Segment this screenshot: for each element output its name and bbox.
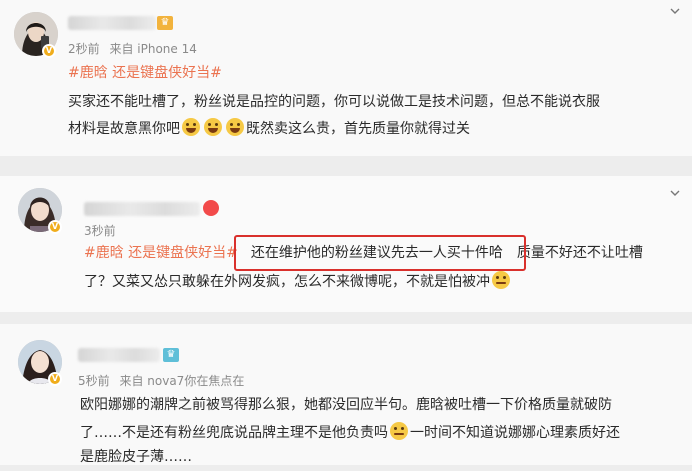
sweat-emoji-icon [492,271,510,289]
post-text-segment: 既然卖这么贵，首先质量你就得过关 [246,121,470,137]
laugh-emoji-icon [204,118,222,136]
post-text-line-1: 买家还不能吐槽了，粉丝说是品控的问题，你可以说做工是技术问题，但总不能说衣服 [68,94,600,110]
post-card-3: V ♛ 5秒前 来自 nova7你在焦点在 欧阳娜娜的潮牌之前被骂得那么狠，她都… [0,324,692,465]
post-meta: 3秒前 [84,222,122,239]
post-text-segment: 了？又菜又怂只敢躲在外网发疯，怎么不来微博呢，不就是怕被冲 [84,274,490,290]
verified-badge-icon: V [42,44,56,58]
member-badge-icon: ♛ [157,16,173,30]
post-text-line-2: 材料是故意黑你吧 既然卖这么贵，首先质量你就得过关 [68,116,470,143]
username-blurred[interactable] [84,202,200,216]
post-meta: 5秒前 来自 nova7你在焦点在 [78,372,250,389]
post-text-segment: 了……不是还有粉丝兜底说品牌主理不是他负责吗 [80,425,388,441]
heart-emoji-icon [203,200,219,216]
username-blurred[interactable] [78,348,160,362]
chevron-down-icon[interactable] [670,6,680,16]
member-badge-icon: ♛ [163,348,179,362]
post-text-segment: 一时间不知道说娜娜心理素质好还 [410,425,620,441]
highlight-box [234,235,526,271]
verified-badge-icon: V [48,220,62,234]
post-text-line-1: 欧阳娜娜的潮牌之前被骂得那么狠，她都没回应半句。鹿晗被吐槽一下价格质量就破防 [80,397,612,413]
post-text-segment: 质量不好还不让吐槽 [516,245,643,261]
post-time: 2秒前 [68,42,100,56]
post-card-2: V 3秒前 #鹿晗 还是键盘侠好当# 还在维护他的粉丝建议先去一人买十件哈 质量不好… [0,176,692,312]
post-time: 3秒前 [84,224,116,238]
post-meta: 2秒前 来自 iPhone 14 [68,40,203,57]
post-text-line-3: 是鹿脸皮子薄…… [80,449,192,465]
laugh-emoji-icon [182,118,200,136]
post-text-line-2: 了……不是还有粉丝兜底说品牌主理不是他负责吗 一时间不知道说娜娜心理素质好还 [80,420,620,447]
laugh-emoji-icon [226,118,244,136]
sweat-emoji-icon [390,422,408,440]
verified-badge-icon: V [48,372,62,386]
post-time: 5秒前 [78,374,110,388]
post-source: 来自 iPhone 14 [109,42,197,56]
hashtag-link[interactable]: #鹿晗 还是键盘侠好当# [84,245,238,261]
post-text-line-2: 了？又菜又怂只敢躲在外网发疯，怎么不来微博呢，不就是怕被冲 [84,269,512,296]
username-blurred[interactable] [68,16,156,30]
chevron-down-icon[interactable] [670,188,680,198]
hashtag-link[interactable]: #鹿晗 还是键盘侠好当# [68,60,222,87]
post-text-segment: 材料是故意黑你吧 [68,121,180,137]
post-card-1: V ♛ 2秒前 来自 iPhone 14 #鹿晗 还是键盘侠好当# 买家还不能吐… [0,0,692,156]
post-source: 来自 nova7你在焦点在 [119,374,245,388]
